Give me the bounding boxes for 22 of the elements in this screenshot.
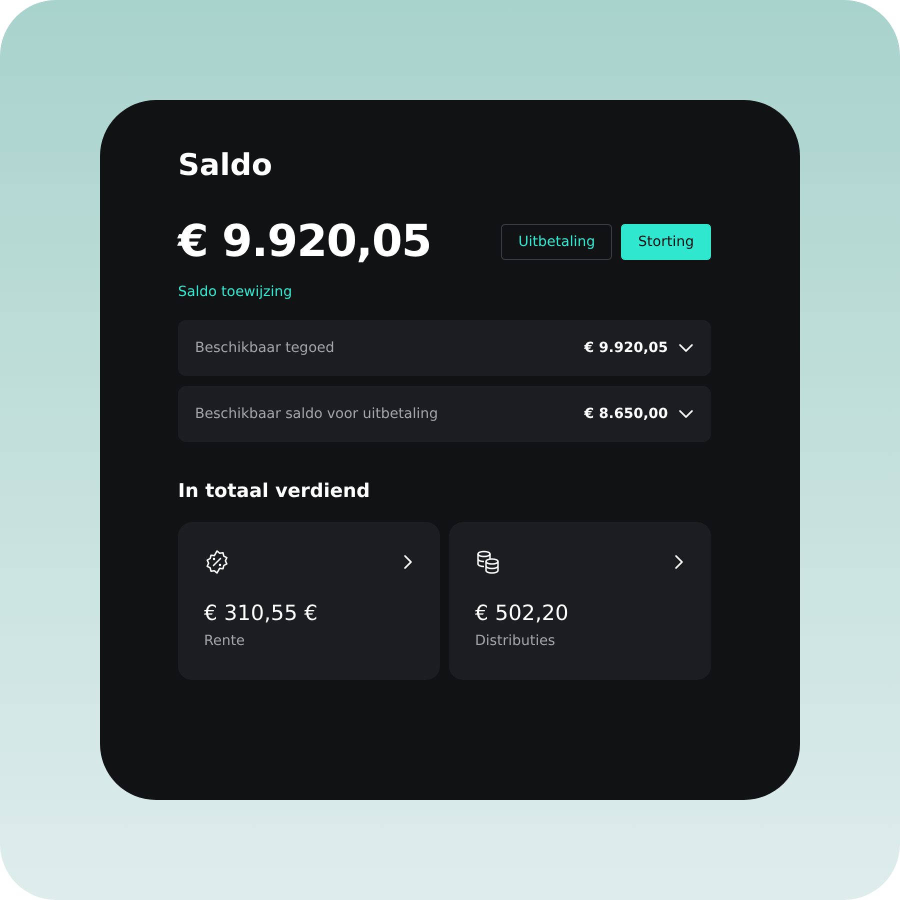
balance-row[interactable]: Beschikbaar tegoed € 9.920,05 xyxy=(178,320,711,376)
row-label: Beschikbaar tegoed xyxy=(195,340,336,356)
coins-icon xyxy=(475,549,501,575)
balance-row[interactable]: Beschikbaar saldo voor uitbetaling € 8.650,00 xyxy=(178,386,711,442)
earnings-amount: € 502,20 xyxy=(475,601,570,625)
row-value: € 9.920,05 xyxy=(584,340,668,356)
earnings-card[interactable]: € 502,20 Distributies xyxy=(449,522,711,680)
withdraw-button[interactable]: Uitbetaling xyxy=(501,224,612,260)
percent-badge-icon xyxy=(204,549,230,575)
row-value: € 8.650,00 xyxy=(584,406,668,422)
deposit-button[interactable]: Storting xyxy=(621,224,711,260)
chevron-right-icon xyxy=(404,555,412,569)
row-label: Beschikbaar saldo voor uitbetaling xyxy=(195,406,439,422)
balance-amount: € 9.920,05 xyxy=(178,215,432,269)
section-heading: In totaal verdiend xyxy=(178,480,371,502)
earnings-amount: € 310,55 € xyxy=(204,601,319,625)
earnings-label: Rente xyxy=(204,633,246,649)
chevron-right-icon xyxy=(675,555,683,569)
allocation-link[interactable]: Saldo toewijzing xyxy=(178,284,292,300)
earnings-label: Distributies xyxy=(475,633,556,649)
page-title: Saldo xyxy=(178,147,274,185)
earnings-card[interactable]: € 310,55 € Rente xyxy=(178,522,440,680)
